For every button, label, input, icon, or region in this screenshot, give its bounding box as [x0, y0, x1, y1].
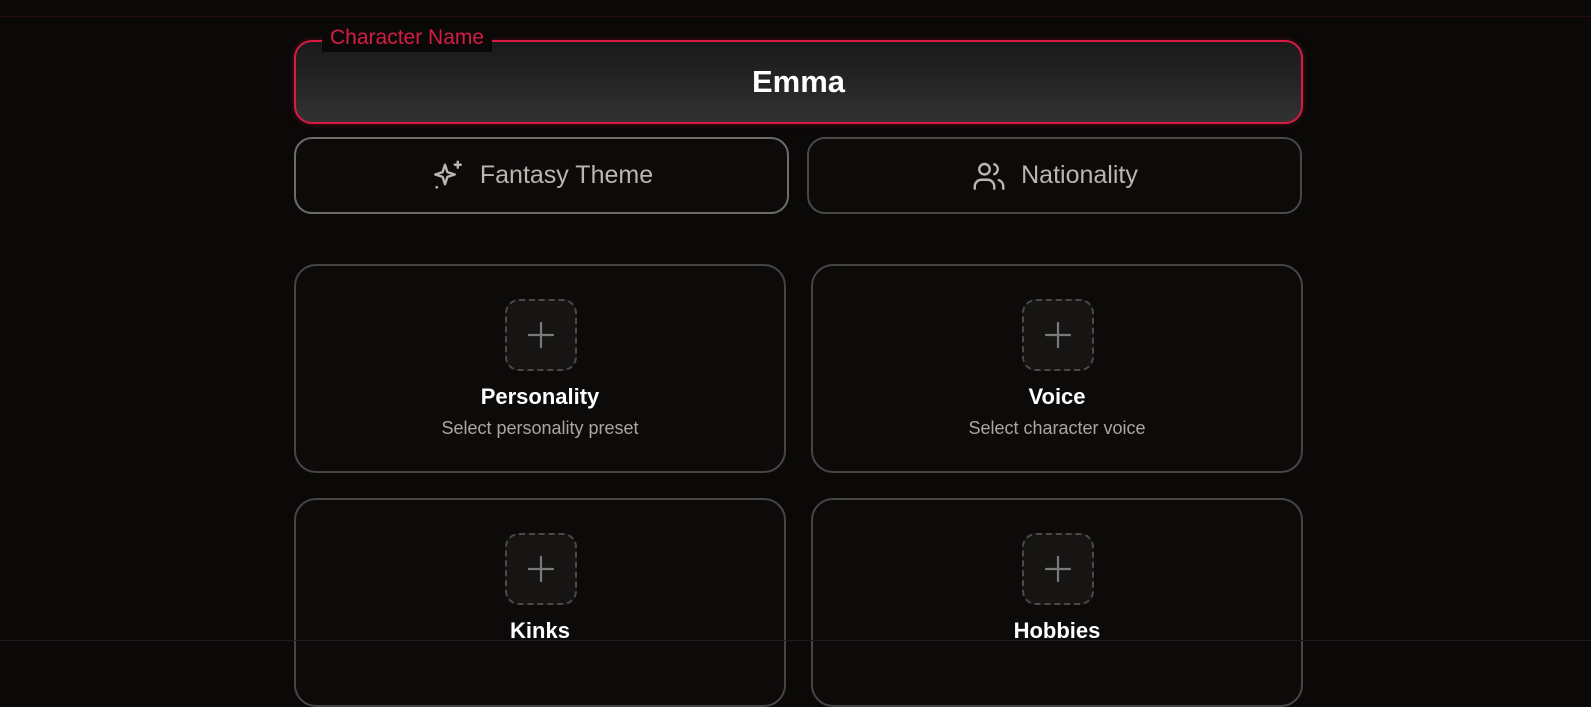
kinks-card[interactable]: Kinks [294, 498, 786, 707]
personality-subtitle: Select personality preset [441, 418, 639, 438]
add-voice-button[interactable] [1022, 299, 1094, 371]
plus-icon [1044, 555, 1072, 583]
plus-icon [527, 555, 555, 583]
fantasy-theme-label: Fantasy Theme [479, 161, 654, 189]
character-name-value[interactable]: Emma [296, 62, 1301, 102]
character-name-field[interactable]: Emma [294, 40, 1303, 124]
top-divider [0, 16, 1591, 17]
plus-icon [527, 321, 555, 349]
plus-icon [1044, 321, 1072, 349]
nationality-label: Nationality [1021, 161, 1138, 189]
voice-subtitle: Select character voice [968, 418, 1146, 438]
voice-title: Voice [1028, 384, 1086, 409]
nationality-button[interactable]: Nationality [807, 137, 1302, 214]
users-icon [971, 158, 1007, 194]
bottom-divider [0, 640, 1591, 641]
add-kinks-button[interactable] [505, 533, 577, 605]
sparkles-icon [430, 158, 466, 194]
add-hobbies-button[interactable] [1022, 533, 1094, 605]
fantasy-theme-button[interactable]: Fantasy Theme [294, 137, 789, 214]
personality-title: Personality [480, 384, 600, 409]
hobbies-card[interactable]: Hobbies [811, 498, 1303, 707]
character-name-label: Character Name [322, 24, 493, 52]
add-personality-button[interactable] [505, 299, 577, 371]
personality-card[interactable]: Personality Select personality preset [294, 264, 786, 473]
voice-card[interactable]: Voice Select character voice [811, 264, 1303, 473]
